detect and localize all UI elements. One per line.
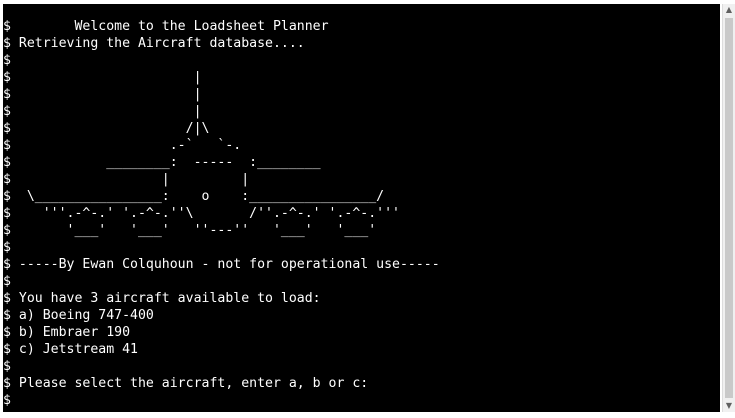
terminal-line: $ .-` `-. <box>3 137 440 154</box>
prompt-symbol: $ <box>3 104 11 119</box>
prompt-symbol: $ <box>3 359 11 374</box>
terminal-line-text: c) Jetstream 41 <box>10 342 138 357</box>
terminal-line-text: | | <box>10 172 250 187</box>
terminal-line: $ You have 3 aircraft available to load: <box>3 290 440 307</box>
terminal-line-text: You have 3 aircraft available to load: <box>10 291 321 306</box>
terminal-line-text: \________________: o :________________/ <box>10 189 385 204</box>
terminal-line: $ Retrieving the Aircraft database.... <box>3 35 440 52</box>
prompt-symbol: $ <box>3 53 11 68</box>
prompt-symbol: $ <box>3 257 11 272</box>
terminal-line-text: Please select the aircraft, enter a, b o… <box>10 376 369 391</box>
scroll-up-arrow-icon[interactable]: ▲ <box>723 4 735 16</box>
terminal-line-text: .-` `-. <box>10 138 242 153</box>
prompt-symbol: $ <box>3 274 11 289</box>
prompt-symbol: $ <box>3 206 11 221</box>
terminal-line: $ -----By Ewan Colquhoun - not for opera… <box>3 256 440 273</box>
terminal-line-text: '___' '___' ''---'' '___' '___' <box>10 223 377 238</box>
terminal-lines: $ Welcome to the Loadsheet Planner $ Retr… <box>3 18 440 409</box>
terminal-line: $ /|\ <box>3 120 440 137</box>
terminal-line: $ b) Embraer 190 <box>3 324 440 341</box>
prompt-symbol: $ <box>3 240 11 255</box>
terminal-line: $ Please select the aircraft, enter a, b… <box>3 375 440 392</box>
terminal-line: $ | | <box>3 171 440 188</box>
terminal-line-text: | <box>10 87 202 102</box>
terminal-line-text: Welcome to the Loadsheet Planner <box>10 19 329 34</box>
terminal-line-text: -----By Ewan Colquhoun - not for operati… <box>10 257 440 272</box>
terminal-line: $ | <box>3 69 440 86</box>
vertical-scrollbar[interactable]: ▲ ▼ <box>722 4 735 412</box>
terminal-line: $ \________________: o :________________… <box>3 188 440 205</box>
prompt-symbol: $ <box>3 223 11 238</box>
terminal-line: $ <box>3 358 440 375</box>
terminal-line: $ a) Boeing 747-400 <box>3 307 440 324</box>
terminal-line: $ '___' '___' ''---'' '___' '___' <box>3 222 440 239</box>
prompt-symbol: $ <box>3 189 11 204</box>
terminal-line: $ '''.-^-.' '.-^-.''\ /''.-^-.' '.-^-.''… <box>3 205 440 222</box>
terminal-line-text: Retrieving the Aircraft database.... <box>10 36 305 51</box>
prompt-symbol: $ <box>3 70 11 85</box>
terminal-line-text: '''.-^-.' '.-^-.''\ /''.-^-.' '.-^-.''' <box>10 206 400 221</box>
prompt-symbol: $ <box>3 308 11 323</box>
terminal-line: $ <box>3 239 440 256</box>
prompt-symbol: $ <box>3 121 11 136</box>
terminal-line-text: ________: ----- :________ <box>10 155 321 170</box>
terminal-line-text: | <box>10 70 202 85</box>
prompt-symbol: $ <box>3 172 11 187</box>
terminal-output[interactable]: $ Welcome to the Loadsheet Planner $ Retr… <box>3 4 720 412</box>
terminal-line-text: b) Embraer 190 <box>10 325 131 340</box>
prompt-symbol: $ <box>3 36 11 51</box>
prompt-symbol: $ <box>3 291 11 306</box>
prompt-symbol: $ <box>3 87 11 102</box>
terminal-line: $ ________: ----- :________ <box>3 154 440 171</box>
prompt-symbol: $ <box>3 138 11 153</box>
prompt-symbol: $ <box>3 19 11 34</box>
prompt-symbol: $ <box>3 376 11 391</box>
prompt-symbol: $ <box>3 342 11 357</box>
terminal-line: $ | <box>3 86 440 103</box>
scroll-down-arrow-icon[interactable]: ▼ <box>723 400 735 412</box>
terminal-line: $ <box>3 52 440 69</box>
terminal-line-text: /|\ <box>10 121 210 136</box>
terminal-line: $ <box>3 392 440 409</box>
prompt-symbol: $ <box>3 325 11 340</box>
scroll-thumb[interactable] <box>725 18 733 398</box>
prompt-symbol: $ <box>3 155 11 170</box>
terminal-line: $ c) Jetstream 41 <box>3 341 440 358</box>
terminal-line: $ | <box>3 103 440 120</box>
terminal-line-text: a) Boeing 747-400 <box>10 308 154 323</box>
terminal-line: $ <box>3 273 440 290</box>
terminal-line-text: | <box>10 104 202 119</box>
terminal-line: $ Welcome to the Loadsheet Planner <box>3 18 440 35</box>
prompt-symbol: $ <box>3 393 11 408</box>
